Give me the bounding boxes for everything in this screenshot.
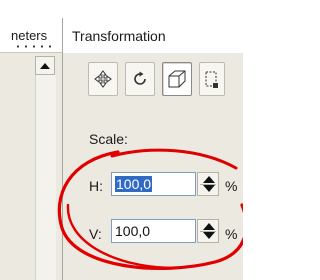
scale-section-label: Scale: [89, 131, 128, 147]
size-button[interactable] [199, 62, 225, 96]
spin-down-icon [203, 232, 215, 239]
rotate-button[interactable] [125, 62, 155, 96]
v-scale-spinner[interactable] [197, 219, 219, 243]
v-scale-value: 100,0 [115, 223, 151, 239]
spin-up-icon [203, 176, 215, 183]
v-label: V: [89, 226, 102, 242]
h-label: H: [89, 178, 103, 194]
move-icon [94, 70, 112, 88]
scale-button[interactable] [162, 62, 192, 96]
h-scale-input[interactable]: 100,0 [111, 172, 196, 196]
rotate-icon [134, 71, 146, 85]
scale-icon [168, 70, 186, 88]
left-docked-panel: neters [0, 18, 63, 280]
v-scale-input[interactable]: 100,0 [111, 219, 196, 243]
spin-down-icon [203, 185, 215, 192]
v-unit: % [225, 226, 238, 242]
size-icon [205, 71, 218, 88]
spin-up-icon [203, 223, 215, 230]
move-button[interactable] [88, 62, 118, 96]
h-unit: % [225, 178, 238, 194]
left-panel-tab[interactable]: neters [0, 18, 62, 53]
tab-transformation[interactable]: Transformation [63, 18, 243, 53]
transform-mode-toolbar [88, 62, 248, 100]
arrow-up-icon [40, 62, 50, 69]
h-scale-value: 100,0 [115, 176, 153, 192]
scroll-up-button[interactable] [35, 56, 55, 75]
h-scale-spinner[interactable] [197, 172, 219, 196]
left-panel-tab-label: neters [11, 28, 48, 43]
scrollbar-track[interactable] [35, 75, 56, 280]
panel-title: Transformation [72, 28, 166, 44]
ruler-dots [14, 45, 54, 48]
